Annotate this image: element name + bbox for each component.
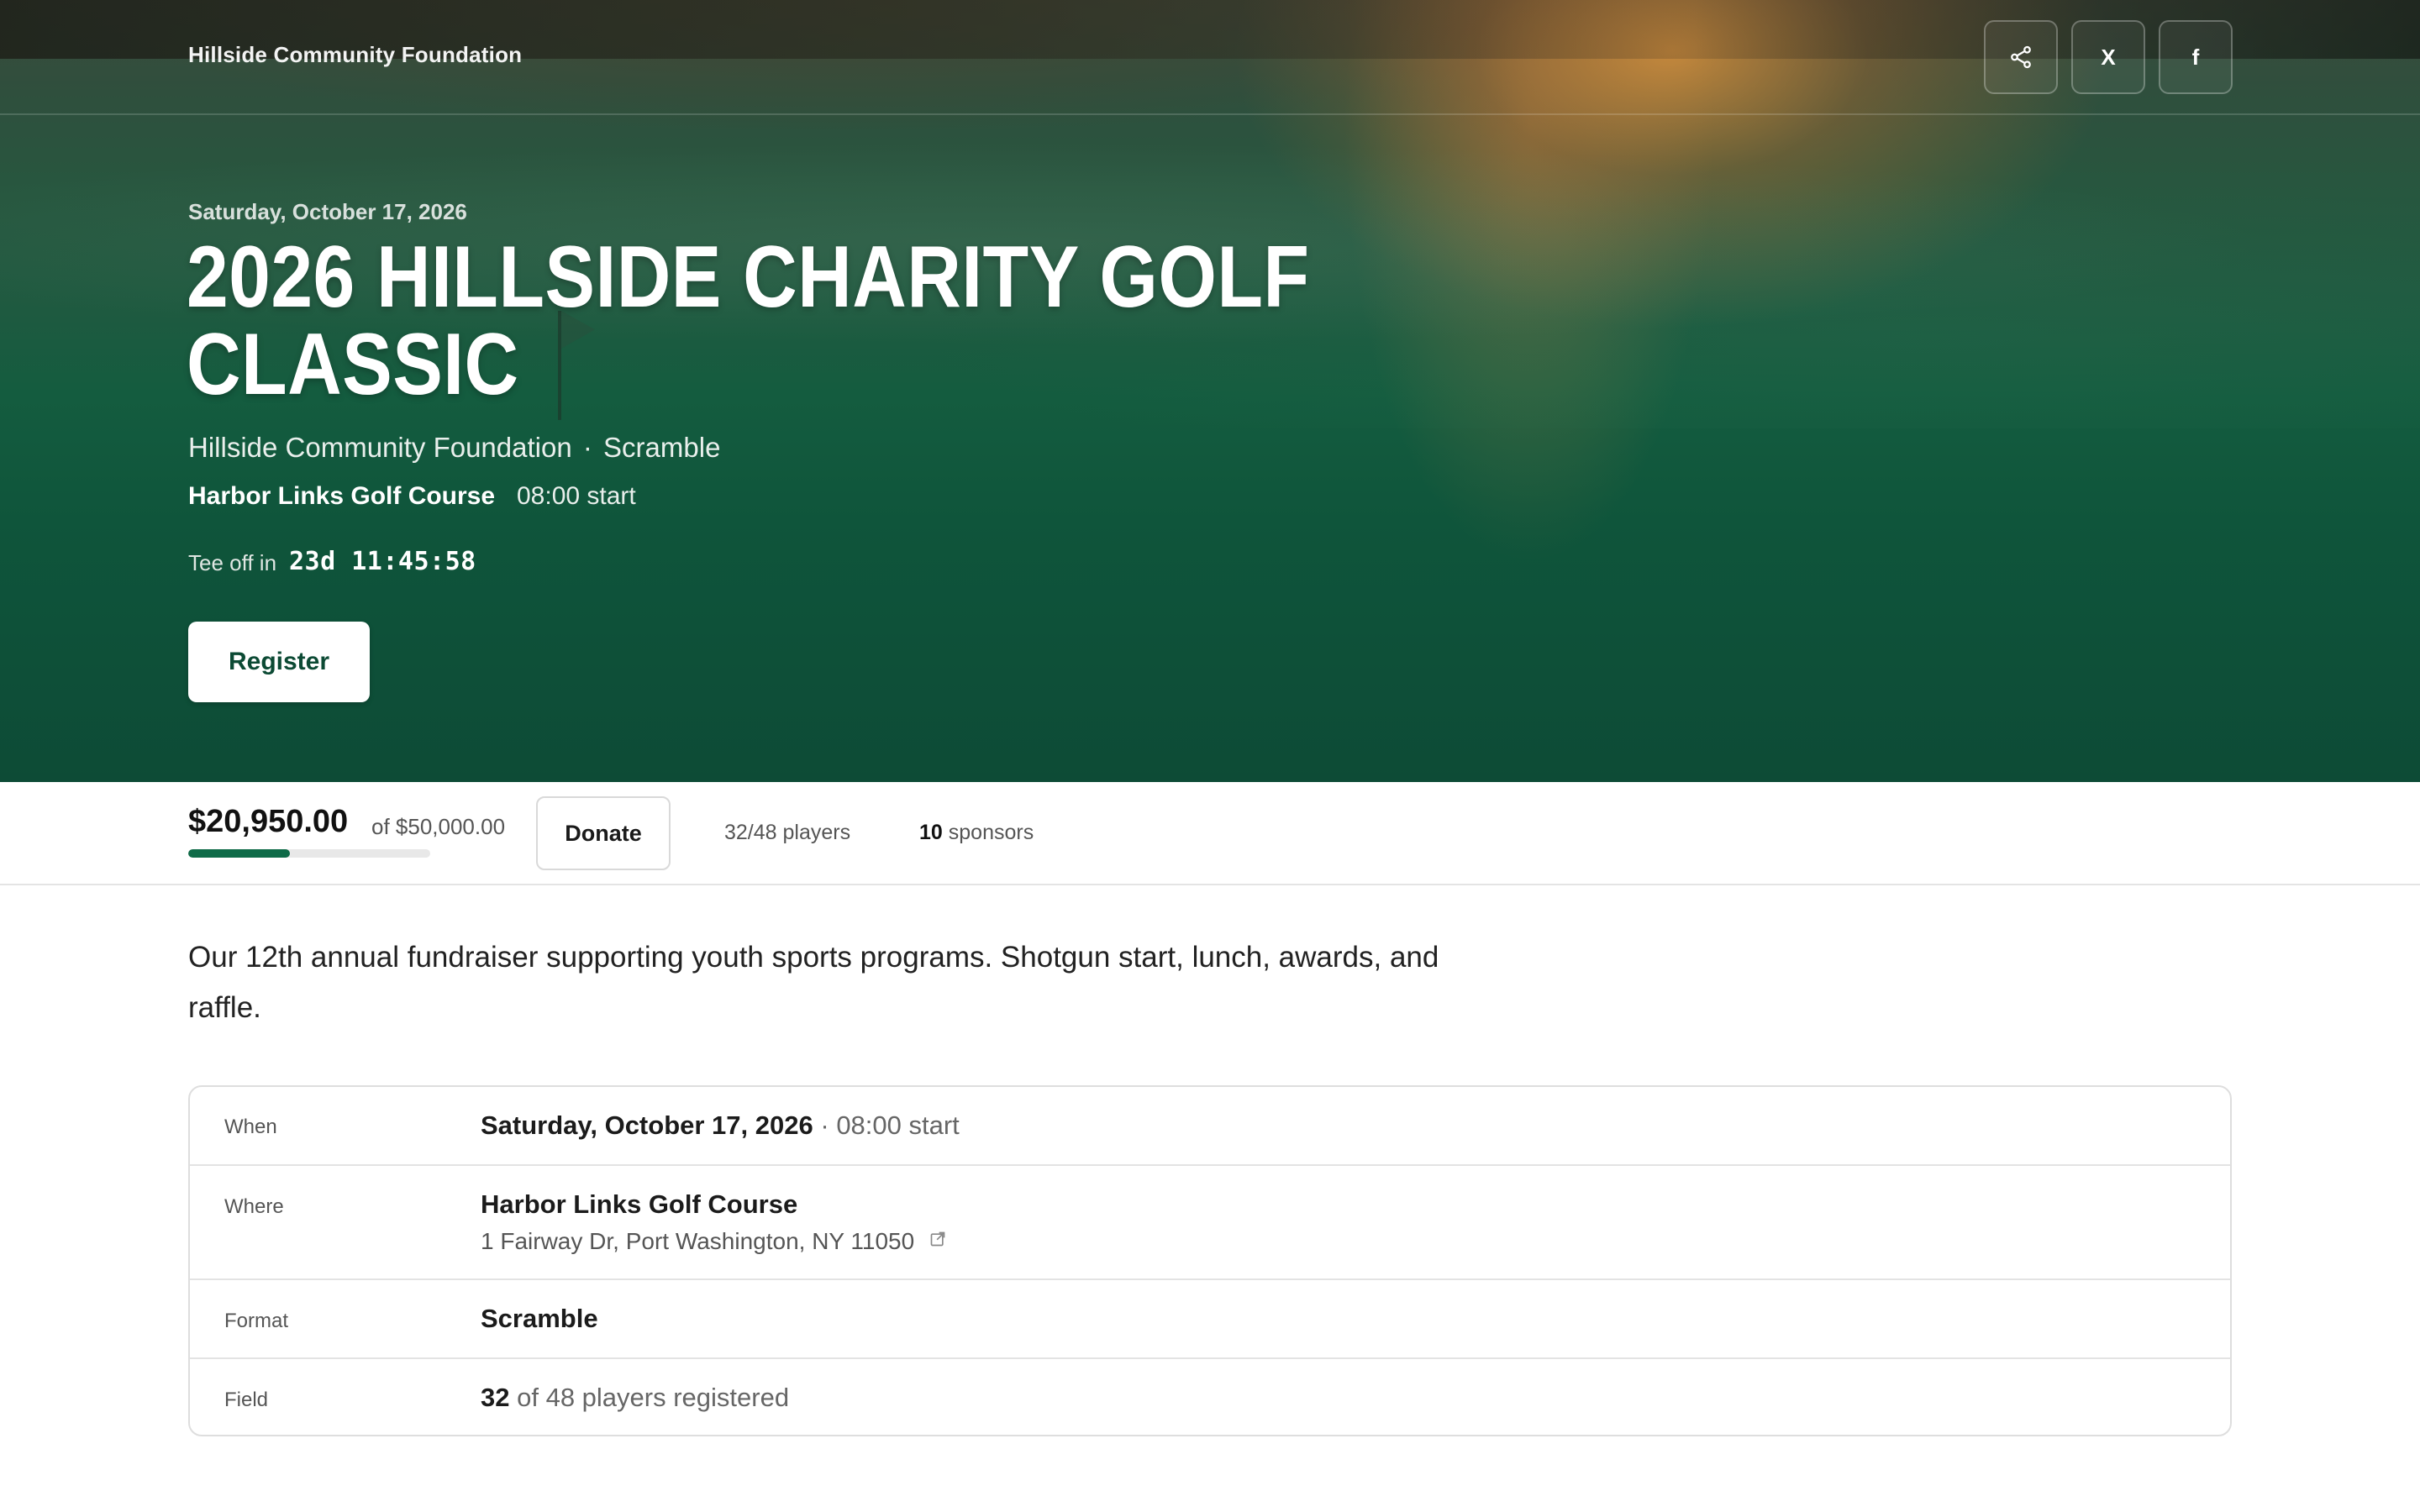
venue-address-link[interactable]: 1 Fairway Dr, Port Washington, NY 11050 xyxy=(481,1228,946,1255)
details-row-field: Field 32 of 48 players registered xyxy=(190,1359,2230,1435)
external-link-icon xyxy=(930,1231,945,1247)
event-organizer: Hillside Community Foundation xyxy=(188,432,572,463)
amount-raised: $20,950.00 xyxy=(188,804,349,839)
where-label: Where xyxy=(224,1195,284,1218)
venue-address: 1 Fairway Dr, Port Washington, NY 11050 xyxy=(481,1228,915,1254)
top-bar: Hillside Community Foundation X f xyxy=(0,0,2420,115)
share-facebook-button[interactable]: f xyxy=(2159,20,2233,94)
fundraising-progress-fill xyxy=(188,849,290,858)
separator: · xyxy=(582,432,592,463)
players-count: 32/48 players xyxy=(724,821,851,844)
event-venue: Harbor Links Golf Course xyxy=(188,482,496,510)
where-venue: Harbor Links Golf Course xyxy=(481,1189,797,1220)
format-value: Scramble xyxy=(481,1304,598,1334)
field-count: 32 xyxy=(481,1383,510,1412)
details-row-when: When Saturday, October 17, 2026 · 08:00 … xyxy=(190,1087,2230,1166)
details-row-where: Where Harbor Links Golf Course 1 Fairway… xyxy=(190,1166,2230,1280)
donate-button[interactable]: Donate xyxy=(536,796,671,870)
where-venue-name: Harbor Links Golf Course xyxy=(481,1189,798,1219)
when-value: Saturday, October 17, 2026 · 08:00 start xyxy=(481,1110,960,1141)
event-date: Saturday, October 17, 2026 xyxy=(188,199,467,224)
details-row-format: Format Scramble xyxy=(190,1280,2230,1359)
register-button[interactable]: Register xyxy=(188,622,370,702)
facebook-icon: f xyxy=(2191,44,2200,70)
event-details-table: When Saturday, October 17, 2026 · 08:00 … xyxy=(188,1085,2232,1436)
x-icon: X xyxy=(2101,44,2116,70)
sponsors-label: sponsors xyxy=(948,821,1034,844)
event-start-time: 08:00 start xyxy=(517,482,636,510)
share-x-button[interactable]: X xyxy=(2071,20,2145,94)
sponsors-number: 10 xyxy=(919,821,943,844)
when-label: When xyxy=(224,1116,277,1138)
format-value-text: Scramble xyxy=(481,1304,598,1333)
field-text: of 48 players registered xyxy=(517,1383,790,1412)
org-name[interactable]: Hillside Community Foundation xyxy=(188,42,522,68)
fundraising-stats-bar: $20,950.00 of $50,000.00 Donate 32/48 pl… xyxy=(0,782,2420,885)
field-value: 32 of 48 players registered xyxy=(481,1383,789,1413)
when-separator: · xyxy=(820,1110,829,1140)
hero-banner: Hillside Community Foundation X f Saturd… xyxy=(0,0,2420,782)
event-description: Our 12th annual fundraiser supporting yo… xyxy=(188,941,1439,1024)
share-button[interactable] xyxy=(1984,20,2058,94)
fundraising-goal: of $50,000.00 xyxy=(371,814,506,839)
page-title: 2026 HILLSIDE CHARITY GOLF CLASSIC xyxy=(187,234,1415,408)
when-date: Saturday, October 17, 2026 xyxy=(481,1110,813,1140)
event-format: Scramble xyxy=(603,432,721,463)
event-subtitle: Hillside Community Foundation · Scramble xyxy=(188,432,720,464)
countdown-label: Tee off in xyxy=(188,550,277,575)
share-icon xyxy=(2011,45,2031,69)
fundraising-progress-bar xyxy=(188,849,430,858)
when-time: 08:00 start xyxy=(836,1110,960,1140)
format-label: Format xyxy=(224,1310,289,1332)
field-label: Field xyxy=(224,1389,269,1411)
title-line-2: CLASSIC xyxy=(187,316,519,413)
sponsors-count[interactable]: 10 sponsors xyxy=(919,821,1034,845)
title-line-1: 2026 HILLSIDE CHARITY GOLF xyxy=(187,228,1310,326)
countdown-timer: 23d 11:45:58 xyxy=(289,547,476,576)
